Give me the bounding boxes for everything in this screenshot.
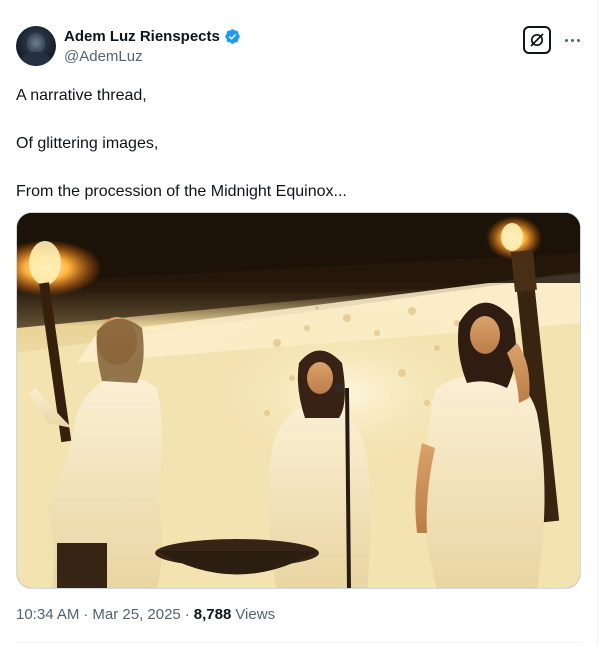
author-handle[interactable]: @AdemLuz <box>64 48 143 65</box>
tweet-line-2: Of glittering images, <box>16 135 159 152</box>
more-horizontal-icon[interactable] <box>560 30 584 50</box>
views-count: 8,788 <box>193 606 232 623</box>
meta-separator-2: · <box>184 606 190 623</box>
tweet-line-3: From the procession of the Midnight Equi… <box>16 183 347 200</box>
avatar-body <box>21 52 51 66</box>
tweet-card: Adem Luz Rienspects @AdemLuz A narrative… <box>0 0 598 646</box>
tweet-photo[interactable] <box>16 212 581 589</box>
tweet-meta: 10:34 AM · Mar 25, 2025 · 8,788 Views <box>16 606 275 623</box>
tweet-line-1: A narrative thread, <box>16 87 147 104</box>
views-label: Views <box>235 606 276 623</box>
meta-separator: · <box>83 606 89 623</box>
verified-badge-icon[interactable] <box>224 28 241 45</box>
photo-illustration <box>17 213 580 588</box>
tweet-time[interactable]: 10:34 AM <box>16 606 79 623</box>
tweet-date[interactable]: Mar 25, 2025 <box>92 606 180 623</box>
divider <box>16 642 581 643</box>
author-name-row: Adem Luz Rienspects <box>64 28 241 45</box>
author-display-name[interactable]: Adem Luz Rienspects <box>64 28 220 45</box>
author-avatar[interactable] <box>16 26 56 66</box>
tweet-text: A narrative thread, Of glittering images… <box>16 84 576 228</box>
grok-icon[interactable] <box>523 26 551 54</box>
